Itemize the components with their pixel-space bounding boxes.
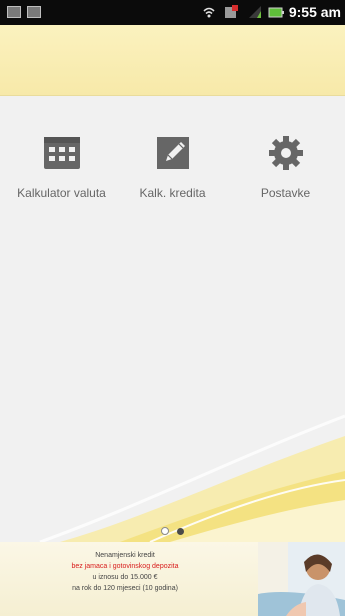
tile-settings[interactable]: Postavke bbox=[228, 128, 343, 223]
ad-line-2: na rok do 120 mjeseci (10 godina) bbox=[72, 585, 178, 592]
battery-icon bbox=[268, 7, 284, 18]
checkbox-icon bbox=[27, 6, 41, 18]
tile-label: Kalkulator valuta bbox=[17, 186, 106, 200]
tile-currency-calculator[interactable]: Kalkulator valuta bbox=[4, 128, 119, 223]
notification-icon bbox=[225, 5, 238, 18]
page-dot[interactable] bbox=[161, 527, 170, 535]
ad-text: Nenamjenski kredit bez jamaca i gotovins… bbox=[0, 550, 250, 594]
ad-banner[interactable]: Nenamjenski kredit bez jamaca i gotovins… bbox=[0, 542, 345, 616]
image-icon bbox=[7, 6, 21, 18]
signal-icon bbox=[249, 6, 261, 18]
top-banner bbox=[0, 25, 345, 96]
ad-highlight: bez jamaca i gotovinskog depozita bbox=[71, 563, 179, 570]
calculator-icon bbox=[43, 137, 80, 169]
tile-loan-calculator[interactable]: Kalk. kredita bbox=[115, 128, 230, 223]
page-dot-active[interactable] bbox=[176, 528, 184, 535]
pencil-note-icon bbox=[156, 137, 189, 169]
ad-line-1: u iznosu do 15.000 € bbox=[92, 574, 158, 581]
ad-photo bbox=[258, 542, 345, 616]
tile-label: Kalk. kredita bbox=[139, 186, 206, 200]
tile-label: Postavke bbox=[260, 186, 311, 200]
page-indicator bbox=[0, 520, 345, 539]
status-time: 9:55 am bbox=[288, 4, 341, 20]
gear-icon bbox=[268, 136, 303, 170]
wifi-icon bbox=[203, 7, 215, 18]
launcher-panel: Kalkulator valuta Kalk. kredita Postavke bbox=[0, 96, 345, 542]
status-bar: 9:55 am bbox=[0, 0, 345, 25]
ad-title: Nenamjenski kredit bbox=[95, 552, 155, 559]
